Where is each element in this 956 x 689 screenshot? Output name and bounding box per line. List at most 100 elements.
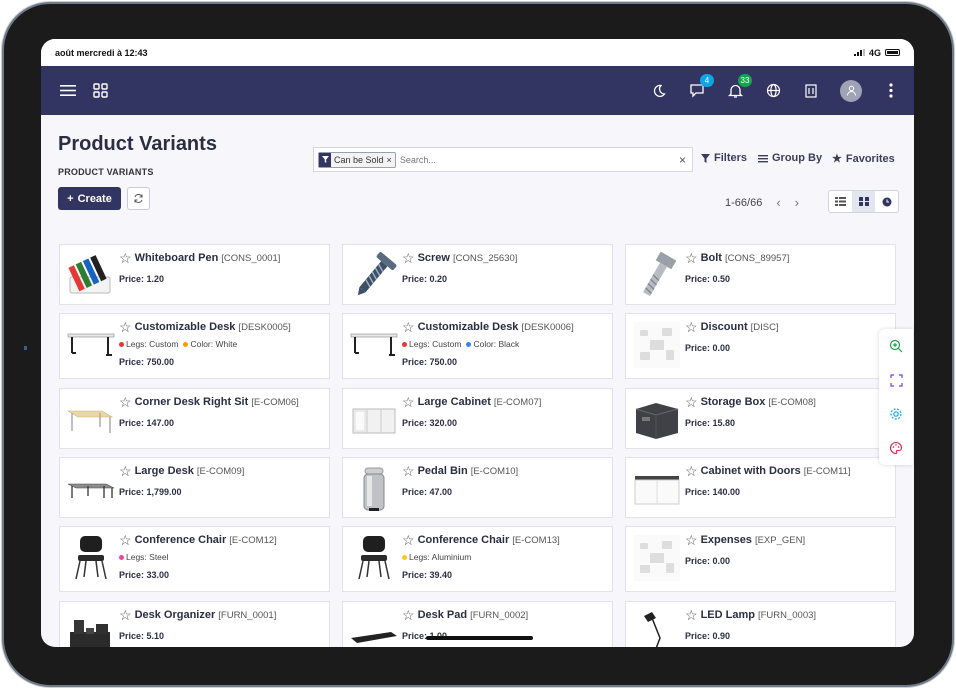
- product-price: Price: 750.00: [119, 357, 175, 367]
- pager-next-icon[interactable]: ›: [795, 195, 799, 210]
- dark-mode-moon-icon[interactable]: [650, 82, 668, 100]
- user-avatar[interactable]: [840, 79, 862, 102]
- product-card[interactable]: ☆ Expenses [EXP_GEN] Price: 0.00: [625, 526, 896, 592]
- product-reference: [CONS_89957]: [724, 252, 790, 264]
- product-card[interactable]: ☆ Customizable Desk [DESK0006] Legs: Custom…: [342, 313, 613, 379]
- product-card[interactable]: ☆ Desk Pad [FURN_0002] Price: 1.00: [342, 601, 613, 647]
- filters-button[interactable]: Filters: [701, 152, 747, 164]
- product-reference: [EXP_GEN]: [754, 534, 806, 546]
- favorite-star-icon[interactable]: ☆: [402, 608, 415, 622]
- search-input[interactable]: [399, 154, 679, 165]
- product-card[interactable]: ☆ Large Desk [E-COM09] Price: 1,799.00: [59, 457, 330, 518]
- group-by-button[interactable]: Group By: [758, 152, 822, 164]
- theme-button[interactable]: [879, 431, 913, 465]
- favorites-button[interactable]: ★ Favorites: [832, 152, 895, 166]
- plus-icon: +: [67, 192, 74, 205]
- product-card[interactable]: ☆ Screw [CONS_25630] Price: 0.20: [342, 244, 613, 305]
- favorite-star-icon[interactable]: ☆: [119, 464, 132, 478]
- product-name: Desk Organizer: [134, 609, 216, 621]
- favorite-star-icon[interactable]: ☆: [685, 608, 698, 622]
- product-card[interactable]: ☆ Corner Desk Right Sit [E-COM06] Price: 14…: [59, 388, 330, 449]
- create-button[interactable]: + Create: [58, 187, 121, 210]
- product-reference: [CONS_25630]: [452, 252, 518, 264]
- favorite-star-icon[interactable]: ☆: [402, 251, 415, 265]
- favorite-star-icon[interactable]: ☆: [685, 395, 698, 409]
- list-view-button[interactable]: [829, 191, 852, 212]
- product-card[interactable]: ☆ Whiteboard Pen [CONS_0001] Price: 1.20: [59, 244, 330, 305]
- product-price: Price: 33.00: [119, 570, 170, 580]
- favorite-star-icon[interactable]: ☆: [119, 395, 132, 409]
- favorite-star-icon[interactable]: ☆: [119, 608, 132, 622]
- product-card[interactable]: ☆ Bolt [CONS_89957] Price: 0.50: [625, 244, 896, 305]
- product-card[interactable]: ☆ Conference Chair [E-COM12] Legs: Steel Pri…: [59, 526, 330, 592]
- product-card[interactable]: ☆ Large Cabinet [E-COM07] Price: 320.00: [342, 388, 613, 449]
- product-name-row: ☆ Cabinet with Doors [E-COM11]: [685, 464, 891, 478]
- favorite-star-icon[interactable]: ☆: [402, 533, 415, 547]
- product-image: [349, 251, 399, 301]
- product-reference: [E-COM08]: [768, 396, 816, 408]
- product-attributes: Legs: Custom Color: Black: [402, 339, 608, 349]
- product-name-row: ☆ Pedal Bin [E-COM10]: [402, 464, 608, 478]
- activity-view-button[interactable]: [875, 191, 898, 212]
- product-name-row: ☆ LED Lamp [FURN_0003]: [685, 608, 891, 622]
- favorite-star-icon[interactable]: ☆: [402, 464, 415, 478]
- kanban-view-button[interactable]: [852, 191, 875, 212]
- product-attributes: Legs: Custom Color: White: [119, 339, 325, 349]
- favorite-star-icon[interactable]: ☆: [685, 464, 698, 478]
- search-facet[interactable]: Can be Sold ×: [318, 151, 396, 168]
- settings-button[interactable]: [879, 397, 913, 431]
- product-card[interactable]: ☆ Discount [DISC] Price: 0.00: [625, 313, 896, 379]
- expand-icon: [889, 373, 903, 387]
- kanban-view-icon: [858, 197, 869, 206]
- apps-grid-icon[interactable]: [91, 82, 109, 100]
- globe-icon[interactable]: [764, 82, 782, 100]
- product-card[interactable]: ☆ Storage Box [E-COM08] Price: 15.80: [625, 388, 896, 449]
- product-image: [349, 320, 399, 370]
- product-image: [66, 608, 116, 647]
- product-card[interactable]: ☆ Pedal Bin [E-COM10] Price: 47.00: [342, 457, 613, 518]
- fullscreen-button[interactable]: [879, 363, 913, 397]
- product-card[interactable]: ☆ Customizable Desk [DESK0005] Legs: Custom…: [59, 313, 330, 379]
- zoom-in-button[interactable]: [879, 329, 913, 363]
- favorite-star-icon[interactable]: ☆: [119, 533, 132, 547]
- product-name: Whiteboard Pen: [134, 252, 219, 264]
- clear-search-icon[interactable]: ×: [679, 153, 686, 167]
- search-bar[interactable]: Can be Sold × ×: [313, 147, 693, 172]
- favorite-star-icon[interactable]: ☆: [402, 395, 415, 409]
- product-card[interactable]: ☆ Cabinet with Doors [E-COM11] Price: 140.0…: [625, 457, 896, 518]
- filter-icon: [701, 153, 710, 163]
- product-price: Price: 0.20: [402, 274, 448, 284]
- pager-previous-icon[interactable]: ‹: [776, 195, 780, 210]
- company-building-icon[interactable]: [802, 82, 820, 100]
- breadcrumb: PRODUCT VARIANTS: [58, 167, 154, 177]
- product-name: Desk Pad: [417, 609, 468, 621]
- product-card[interactable]: ☆ Desk Organizer [FURN_0001] Price: 5.10: [59, 601, 330, 647]
- product-name-row: ☆ Large Desk [E-COM09]: [119, 464, 325, 478]
- chat-badge: 4: [700, 73, 714, 87]
- favorite-star-icon[interactable]: ☆: [119, 251, 132, 265]
- product-image: [632, 320, 682, 370]
- chat-icon[interactable]: 4: [688, 73, 714, 100]
- product-name-row: ☆ Customizable Desk [DESK0006]: [402, 320, 608, 334]
- product-name: Corner Desk Right Sit: [134, 396, 249, 408]
- favorite-star-icon[interactable]: ☆: [685, 251, 698, 265]
- remove-facet-icon[interactable]: ×: [387, 155, 395, 165]
- more-options-icon[interactable]: [882, 82, 900, 100]
- product-card[interactable]: ☆ Conference Chair [E-COM13] Legs: Aluminiu…: [342, 526, 613, 592]
- hamburger-menu-icon[interactable]: [59, 82, 77, 100]
- product-image: [632, 464, 682, 514]
- pager-value[interactable]: 1-66/66: [725, 197, 762, 209]
- favorite-star-icon[interactable]: ☆: [685, 533, 698, 547]
- product-card[interactable]: ☆ LED Lamp [FURN_0003] Price: 0.90: [625, 601, 896, 647]
- favorite-star-icon[interactable]: ☆: [685, 320, 698, 334]
- product-name: Bolt: [700, 252, 722, 264]
- product-attributes: Legs: Steel: [119, 552, 325, 562]
- color-dot-icon: [183, 342, 189, 348]
- refresh-button[interactable]: [127, 187, 150, 210]
- product-name-row: ☆ Screw [CONS_25630]: [402, 251, 608, 265]
- favorite-star-icon[interactable]: ☆: [119, 320, 132, 334]
- product-image: [66, 464, 116, 514]
- bell-icon[interactable]: 33: [726, 73, 752, 100]
- favorite-star-icon[interactable]: ☆: [402, 320, 415, 334]
- page-title: Product Variants: [58, 133, 217, 155]
